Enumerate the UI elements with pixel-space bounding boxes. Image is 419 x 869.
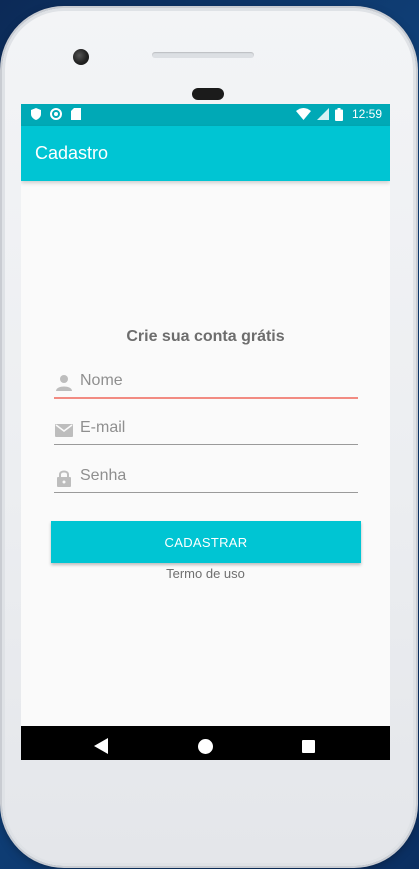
status-left-icons	[31, 108, 81, 120]
status-time: 12:59	[351, 107, 382, 121]
front-camera	[73, 49, 89, 65]
app-bar: Cadastro	[21, 126, 390, 181]
home-icon[interactable]	[198, 739, 213, 754]
person-icon	[56, 375, 72, 391]
email-placeholder: E-mail	[80, 419, 126, 436]
back-icon[interactable]	[94, 738, 108, 754]
wifi-icon	[295, 108, 311, 120]
status-bar: 12:59	[21, 104, 390, 126]
shield-icon	[31, 108, 41, 120]
earpiece	[192, 88, 224, 100]
sync-icon	[50, 108, 62, 120]
battery-icon	[334, 107, 343, 121]
status-right-icons: 12:59	[295, 107, 382, 121]
top-speaker-grille	[152, 52, 254, 58]
signal-icon	[316, 108, 329, 120]
password-placeholder: Senha	[80, 467, 127, 484]
sd-card-icon	[71, 108, 81, 120]
lock-icon	[57, 470, 71, 487]
recents-icon[interactable]	[302, 740, 315, 753]
form-heading: Crie sua conta grátis	[126, 328, 285, 345]
screen: 12:59 Cadastro Crie sua conta grátis Nom…	[21, 104, 390, 760]
cadastrar-button[interactable]: CADASTRAR	[51, 521, 361, 563]
name-placeholder: Nome	[80, 372, 123, 389]
mail-icon	[55, 424, 73, 437]
password-field[interactable]: Senha	[54, 462, 358, 493]
name-field[interactable]: Nome	[54, 367, 358, 399]
email-field[interactable]: E-mail	[54, 414, 358, 445]
phone-frame: 12:59 Cadastro Crie sua conta grátis Nom…	[2, 8, 416, 866]
terms-link[interactable]: Termo de uso	[21, 566, 390, 581]
navigation-bar	[21, 726, 390, 760]
app-title: Cadastro	[35, 143, 109, 163]
